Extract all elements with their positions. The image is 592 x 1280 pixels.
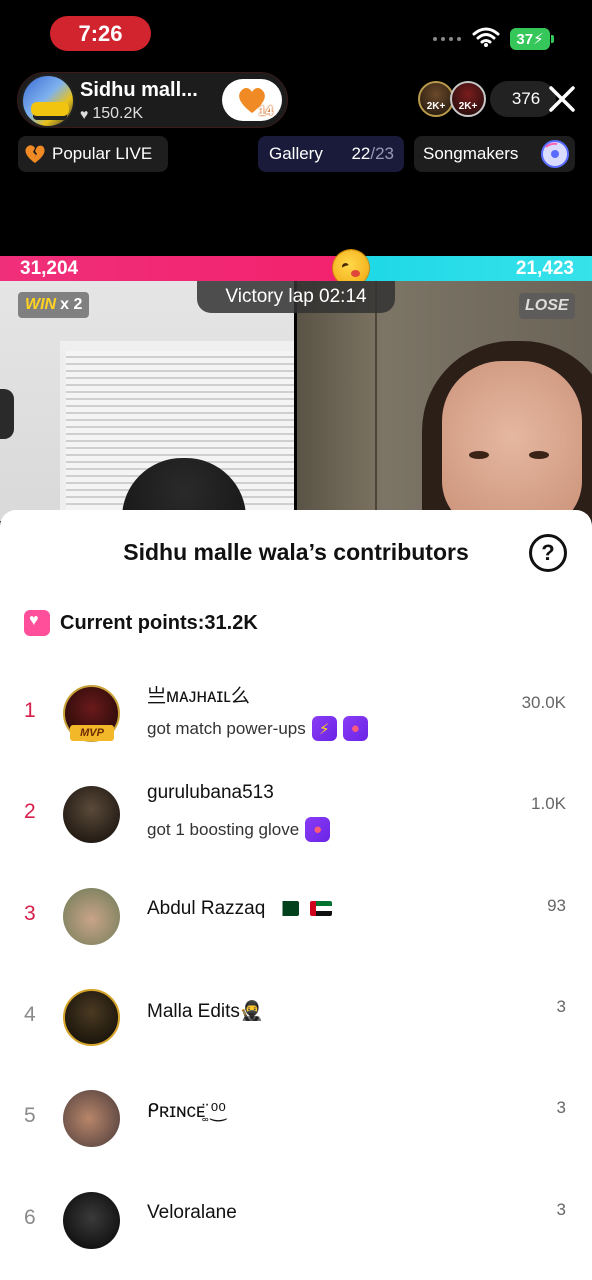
cellular-signal-icon [433,37,461,41]
contributor-name-text: Abdul Razzaq [147,898,266,919]
contributor-rank: 4 [24,1003,36,1026]
songmakers-chip[interactable]: Songmakers [414,136,575,172]
streamer-face [442,361,582,521]
contributors-sheet: Sidhu malle wala’s contributors ? Curren… [0,510,592,1280]
contributor-avatar[interactable] [63,989,120,1046]
charging-icon: ⚡ [533,31,544,48]
boxing-glove-icon: ● [342,716,368,741]
host-likes-count: 150.2K [92,105,144,122]
contributor-activity-text: got match power-ups [147,718,306,738]
music-disc-icon [541,140,569,168]
contributor-rank: 5 [24,1104,36,1127]
status-bar: 7:26 37 ⚡ [0,0,592,64]
contributor-row[interactable]: 5 ᑭʀɪɴᴄᴇ͚̈ ⁰͜⁰ 3 [0,1080,592,1160]
contributor-name: Abdul Razzaq [147,898,332,920]
fan-club-button[interactable]: 14 [222,79,282,121]
gallery-total: /23 [370,144,394,163]
gallery-label: Gallery [269,144,323,163]
eye [529,451,549,459]
host-avatar[interactable] [21,74,75,128]
right-team-score: 21,423 [515,258,574,279]
contributor-avatar[interactable] [63,888,120,945]
contributor-score: 3 [556,997,566,1016]
host-card[interactable]: Sidhu mall... ♥ 150.2K 14 [17,72,288,128]
contributor-activity: got 1 boosting glove ● [147,817,331,842]
help-icon[interactable]: ? [529,534,567,572]
gallery-current: 22 [351,144,371,163]
contributor-rank: 6 [24,1206,36,1229]
heart-icon: ♥ [80,106,89,122]
status-time: 7:26 [50,16,151,51]
battery-indicator: 37 ⚡ [510,28,554,50]
points-gift-icon [24,610,50,636]
eye [469,451,489,459]
pakistan-flag-icon [276,901,299,917]
contributor-score: 3 [556,1098,566,1117]
current-points-label: Current points:31.2K [60,611,258,634]
close-icon[interactable] [547,84,577,114]
contributor-score: 3 [556,1200,566,1219]
top-viewers[interactable]: 2K+ 2K+ 376 [418,81,556,117]
gallery-counter: 22/23 [351,144,394,164]
contributor-rank: 3 [24,902,36,925]
contributor-row[interactable]: 4 Malla Edits🥷 3 [0,979,592,1059]
fan-heart-icon: 14 [237,86,273,118]
contributor-name: gurulubana513 [147,782,274,803]
contributor-name: Veloralane [147,1202,237,1223]
contributor-row[interactable]: 2 gurulubana513 got 1 boosting glove ● 1… [0,776,592,856]
contributor-avatar[interactable] [63,786,120,843]
contributor-score: 30.0K [521,693,566,712]
uae-flag-icon [309,901,332,917]
mvp-badge: MVP [70,725,114,741]
contributor-name: Malla Edits🥷 [147,1001,264,1022]
win-badge: WIN x 2 [18,292,90,318]
lose-badge: LOSE [519,293,575,319]
contributor-rank: 1 [24,699,36,722]
contributor-rank: 2 [24,800,36,823]
viewer-avatar[interactable]: 2K+ [450,81,486,117]
popular-live-label: Popular LIVE [52,144,153,163]
left-team-score: 31,204 [20,258,79,279]
contributor-activity-text: got 1 boosting glove [147,819,300,839]
contributor-row[interactable]: 3 Abdul Razzaq 93 [0,878,592,958]
popular-live-chip[interactable]: Popular LIVE [18,136,168,172]
contributor-avatar[interactable] [63,1192,120,1249]
contributor-row[interactable]: 6 Veloralane 3 [0,1182,592,1262]
victory-lap-timer: Victory lap 02:14 [197,281,395,313]
host-name: Sidhu mall... [80,79,198,101]
contributor-score: 93 [547,896,566,915]
fan-level: 14 [258,103,273,118]
win-multiplier: x 2 [60,296,83,313]
win-label: WIN [25,296,57,313]
sheet-title: Sidhu malle wala’s contributors [123,539,469,565]
boxing-glove-icon: ● [305,817,331,842]
gallery-chip[interactable]: Gallery 22/23 [258,136,404,172]
contributor-row[interactable]: 1 MVP 亗ᴍᴀᴊʜᴀɪʟ么 got match power-ups ⚡ ● … [0,675,592,755]
contributor-score: 1.0K [531,794,566,813]
contributor-avatar[interactable] [63,1090,120,1147]
contributor-name: ᑭʀɪɴᴄᴇ͚̈ ⁰͜⁰ [147,1101,226,1122]
current-points: Current points:31.2K [24,610,258,636]
broken-heart-icon [25,145,45,163]
door [297,281,377,521]
wifi-icon [472,27,500,47]
host-likes: ♥ 150.2K [80,105,143,123]
contributor-activity: got match power-ups ⚡ ● [147,716,368,741]
battery-level: 37 [516,30,534,48]
songmakers-label: Songmakers [423,144,519,163]
viewer-avatar[interactable]: 2K+ [418,81,454,117]
battle-score-bar [0,256,592,281]
lightning-powerup-icon: ⚡ [311,716,337,741]
contributor-name: 亗ᴍᴀᴊʜᴀɪʟ么 [147,686,250,707]
camera-object [0,389,14,439]
